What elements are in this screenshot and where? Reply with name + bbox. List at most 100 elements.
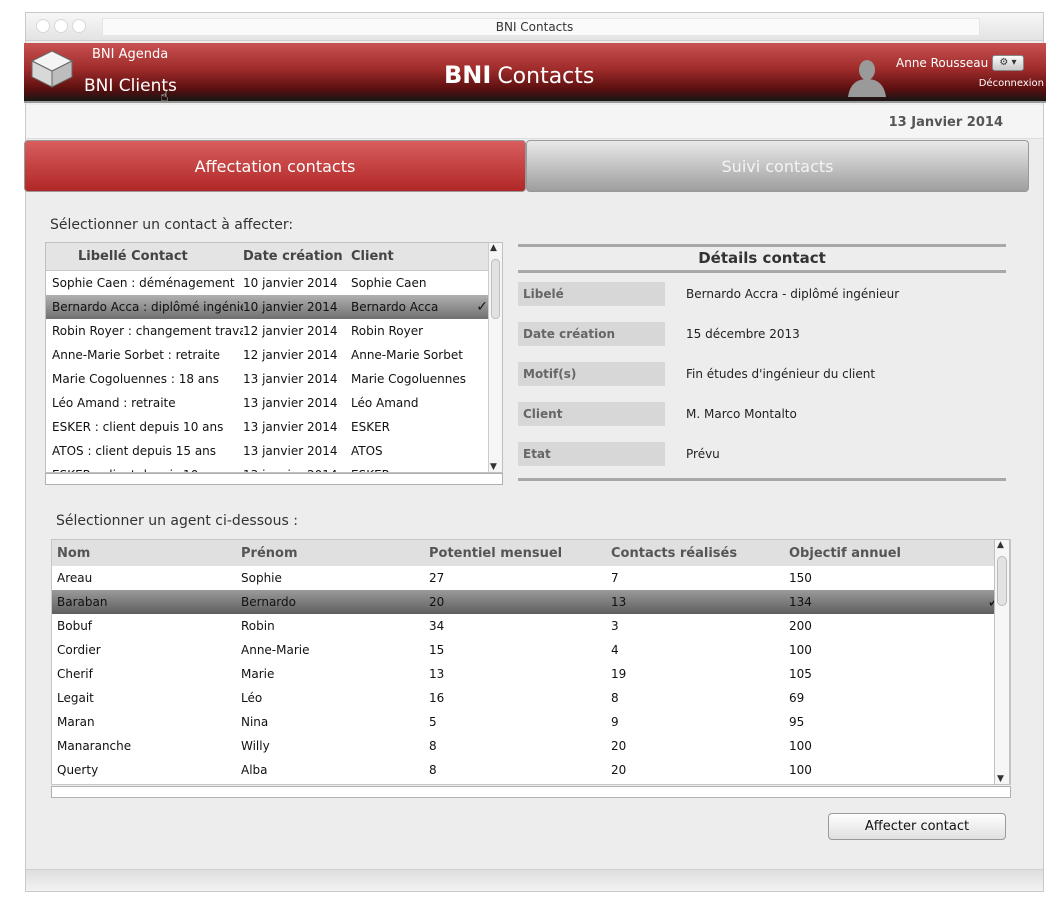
agent-objectif-cell: 105 bbox=[789, 667, 812, 681]
column-header[interactable]: Objectif annuel bbox=[789, 546, 939, 561]
agent-prenom-cell: Willy bbox=[241, 739, 270, 753]
agent-contacts-cell: 7 bbox=[611, 571, 619, 585]
table-row[interactable]: Areau Sophie 27 7 150 bbox=[52, 566, 1010, 590]
contact-date-cell: 10 janvier 2014 bbox=[243, 276, 338, 290]
agent-nom-cell: Legait bbox=[57, 691, 94, 705]
agent-potentiel-cell: 8 bbox=[429, 763, 437, 777]
contact-details-panel: Détails contact Libelé Bernardo Accra - … bbox=[518, 242, 1006, 482]
scroll-down-arrow-icon[interactable]: ▼ bbox=[997, 774, 1004, 784]
detail-row-libele: Libelé Bernardo Accra - diplômé ingénieu… bbox=[518, 282, 1006, 306]
column-header[interactable]: Date création bbox=[243, 249, 351, 264]
contacts-rows: Sophie Caen : déménagement 10 janvier 201… bbox=[46, 271, 502, 472]
agent-objectif-cell: 134 bbox=[789, 595, 812, 609]
agent-objectif-cell: 200 bbox=[789, 619, 812, 633]
column-header[interactable]: Prénom bbox=[241, 546, 429, 561]
detail-value: M. Marco Montalto bbox=[686, 407, 797, 421]
detail-label: Date création bbox=[518, 322, 665, 346]
window-title: BNI Contacts bbox=[495, 20, 574, 34]
agents-table[interactable]: Nom Prénom Potentiel mensuel Contacts ré… bbox=[51, 539, 1011, 785]
scrollbar-thumb[interactable] bbox=[491, 259, 500, 319]
hand-cursor-icon: ☝ bbox=[160, 89, 169, 105]
table-row[interactable]: Marie Cogoluennes : 18 ans 13 janvier 201… bbox=[46, 367, 502, 391]
agent-nom-cell: Bobuf bbox=[57, 619, 93, 633]
scroll-down-arrow-icon[interactable]: ▼ bbox=[490, 462, 497, 472]
column-header[interactable]: Nom bbox=[52, 546, 241, 561]
agent-nom-cell: Querty bbox=[57, 763, 99, 777]
table-row[interactable]: Legait Léo 16 8 69 bbox=[52, 686, 1010, 710]
table-row[interactable]: Cordier Anne-Marie 15 4 100 bbox=[52, 638, 1010, 662]
agents-horizontal-scrollbar[interactable] bbox=[51, 786, 1011, 798]
contact-client-cell: Léo Amand bbox=[351, 396, 419, 410]
column-header[interactable]: Client bbox=[351, 249, 489, 264]
table-row[interactable]: Léo Amand : retraite 13 janvier 2014 Léo A… bbox=[46, 391, 502, 415]
detail-value: Prévu bbox=[686, 447, 720, 461]
assign-contact-button[interactable]: Affecter contact bbox=[828, 813, 1006, 840]
agent-contacts-cell: 4 bbox=[611, 643, 619, 657]
table-row[interactable]: Anne-Marie Sorbet : retraite 12 janvier 2… bbox=[46, 343, 502, 367]
table-row[interactable]: Cherif Marie 13 19 105 bbox=[52, 662, 1010, 686]
table-row[interactable]: Manaranche Willy 8 20 100 bbox=[52, 734, 1010, 758]
agent-potentiel-cell: 34 bbox=[429, 619, 445, 633]
agent-objectif-cell: 100 bbox=[789, 643, 812, 657]
contact-date-cell: 12 janvier 2014 bbox=[243, 348, 338, 362]
detail-row-date-creation: Date création 15 décembre 2013 bbox=[518, 322, 1006, 346]
tab-suivi-contacts[interactable]: Suivi contacts bbox=[526, 140, 1029, 192]
agent-prenom-cell: Léo bbox=[241, 691, 263, 705]
contact-label-cell: Robin Royer : changement travail bbox=[52, 324, 243, 338]
agent-nom-cell: Maran bbox=[57, 715, 95, 729]
contacts-table[interactable]: Libellé Contact Date création Client Sop… bbox=[45, 242, 503, 473]
agent-contacts-cell: 20 bbox=[611, 763, 627, 777]
scroll-up-arrow-icon[interactable]: ▲ bbox=[997, 540, 1004, 550]
contacts-vertical-scrollbar[interactable]: ▲ ▼ bbox=[488, 243, 502, 472]
app-header: BNI Agenda BNI Clients ☝ BNI Contacts Ann… bbox=[24, 43, 1046, 105]
settings-gear-icon[interactable]: ⚙ ▾ bbox=[992, 55, 1024, 71]
table-row[interactable]: BarabanBernardo2013134✓ bbox=[52, 590, 1010, 614]
agent-nom-cell: Cordier bbox=[57, 643, 101, 657]
contact-client-cell: ESKER bbox=[351, 420, 390, 434]
divider bbox=[518, 478, 1006, 481]
contact-label-cell: Marie Cogoluennes : 18 ans bbox=[52, 372, 219, 386]
contact-date-cell: 13 janvier 2014 bbox=[243, 444, 338, 458]
column-header[interactable]: Contacts réalisés bbox=[611, 546, 789, 561]
column-header[interactable]: Libellé Contact bbox=[46, 249, 243, 264]
agents-vertical-scrollbar[interactable]: ▲ ▼ bbox=[994, 539, 1010, 785]
contact-date-cell: 13 janvier 2014 bbox=[243, 420, 338, 434]
scroll-up-arrow-icon[interactable]: ▲ bbox=[490, 243, 497, 253]
contact-client-cell: Sophie Caen bbox=[351, 276, 427, 290]
contacts-horizontal-scrollbar[interactable] bbox=[45, 473, 503, 485]
table-row[interactable]: Bobuf Robin 34 3 200 bbox=[52, 614, 1010, 638]
table-row[interactable]: Robin Royer : changement travail 12 janvi… bbox=[46, 319, 502, 343]
agent-objectif-cell: 100 bbox=[789, 739, 812, 753]
table-row[interactable]: ESKER : client depuis 10 ans13 janvier 2… bbox=[46, 415, 502, 439]
column-header[interactable]: Potentiel mensuel bbox=[429, 546, 611, 561]
window-footer bbox=[26, 869, 1043, 891]
detail-row-client: Client M. Marco Montalto bbox=[518, 402, 1006, 426]
agents-table-header: Nom Prénom Potentiel mensuel Contacts ré… bbox=[52, 540, 1010, 566]
agent-potentiel-cell: 13 bbox=[429, 667, 445, 681]
table-row[interactable]: Bernardo Acca : diplômé ingénieur 10 janv… bbox=[46, 295, 502, 319]
divider bbox=[518, 270, 1006, 273]
contact-client-cell: Bernardo Acca bbox=[351, 300, 439, 314]
contact-label-cell: Sophie Caen : déménagement bbox=[52, 276, 235, 290]
detail-value: 15 décembre 2013 bbox=[686, 327, 800, 341]
agent-prenom-cell: Nina bbox=[241, 715, 269, 729]
agent-objectif-cell: 69 bbox=[789, 691, 805, 705]
agent-nom-cell: Manaranche bbox=[57, 739, 132, 753]
agent-contacts-cell: 13 bbox=[611, 595, 627, 609]
agent-nom-cell: Areau bbox=[57, 571, 93, 585]
contact-date-cell: 13 janvier 2014 bbox=[243, 396, 338, 410]
table-row[interactable]: Sophie Caen : déménagement 10 janvier 201… bbox=[46, 271, 502, 295]
agent-contacts-cell: 8 bbox=[611, 691, 619, 705]
table-row[interactable]: Querty Alba 8 20 100 bbox=[52, 758, 1010, 782]
table-row[interactable]: ATOS : client depuis 15 ans 13 janvier 20… bbox=[46, 439, 502, 463]
detail-row-etat: Etat Prévu bbox=[518, 442, 1006, 466]
logout-link[interactable]: Déconnexion bbox=[979, 78, 1044, 89]
divider bbox=[518, 244, 1006, 247]
agent-contacts-cell: 19 bbox=[611, 667, 627, 681]
table-row[interactable]: Maran Nina 5 9 95 bbox=[52, 710, 1010, 734]
table-row[interactable]: ESKER : client depuis 10 ans13 janvier 2… bbox=[46, 463, 502, 472]
agent-prenom-cell: Marie bbox=[241, 667, 275, 681]
nav-bni-agenda[interactable]: BNI Agenda bbox=[92, 47, 168, 62]
scrollbar-thumb[interactable] bbox=[997, 556, 1007, 606]
tab-affectation-contacts[interactable]: Affectation contacts bbox=[24, 140, 526, 192]
